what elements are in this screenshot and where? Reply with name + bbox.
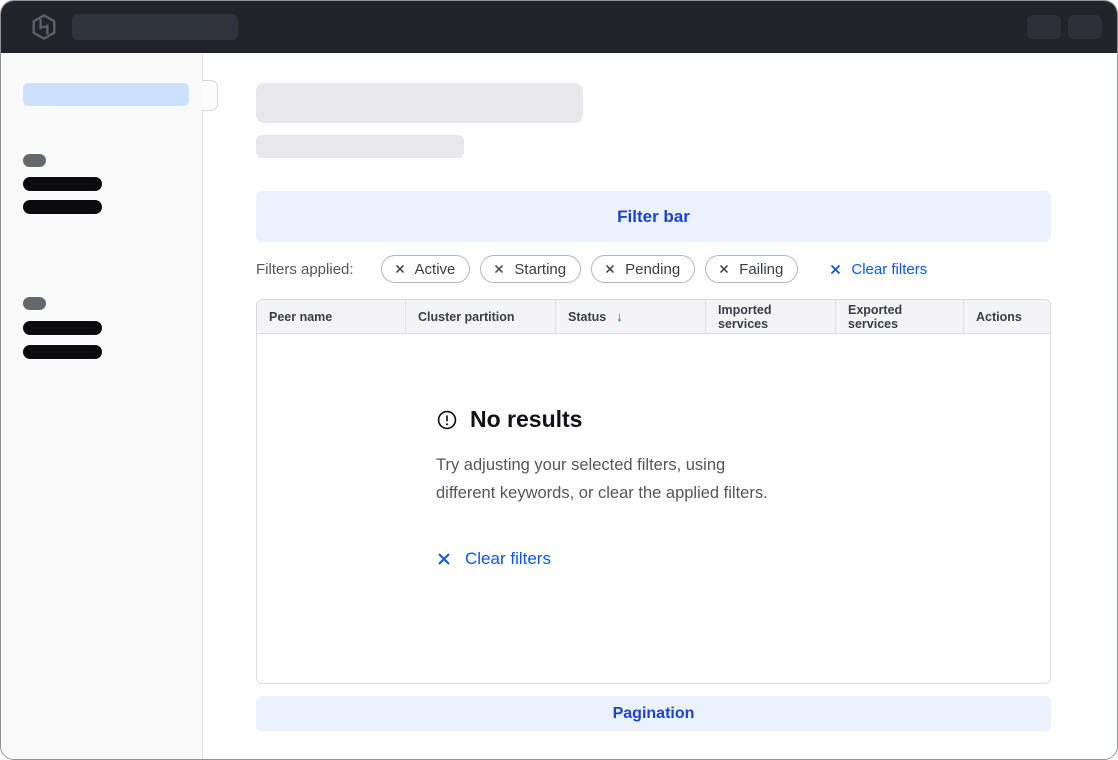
filter-pill-label: Active	[415, 261, 456, 278]
empty-state: No results Try adjusting your selected f…	[436, 334, 866, 572]
sort-descending-icon[interactable]: ↓	[616, 309, 623, 324]
empty-state-clear-filters-link[interactable]: Clear filters	[436, 549, 551, 569]
filter-pill-failing[interactable]: Failing	[705, 255, 798, 283]
pagination-region: Pagination	[256, 696, 1051, 731]
filter-bar-label: Filter bar	[617, 207, 690, 227]
remove-filter-x-icon[interactable]	[394, 263, 406, 275]
sidebar-item-active[interactable]	[23, 83, 189, 106]
main-content: Filter bar Filters applied: Active Start…	[203, 53, 1117, 760]
sidebar-item[interactable]	[23, 177, 102, 191]
clear-filters-x-icon	[829, 263, 842, 276]
column-header-peer-name: Peer name	[257, 300, 406, 333]
page-title-placeholder	[256, 83, 583, 123]
navbar-button-user[interactable]	[1068, 15, 1102, 39]
clear-filters-x-icon	[436, 551, 452, 567]
column-header-actions: Actions	[964, 300, 1050, 333]
remove-filter-x-icon[interactable]	[604, 263, 616, 275]
filter-pill-label: Failing	[739, 261, 783, 278]
filter-pill-pending[interactable]: Pending	[591, 255, 695, 283]
peers-table: Peer name Cluster partition Status ↓ Imp…	[256, 299, 1051, 684]
navbar-button-help[interactable]	[1027, 15, 1061, 39]
filter-pill-starting[interactable]: Starting	[480, 255, 581, 283]
sidebar-item[interactable]	[23, 321, 102, 335]
alert-circle-icon	[436, 409, 458, 431]
filter-pill-active[interactable]: Active	[381, 255, 471, 283]
sidebar-item[interactable]	[23, 345, 102, 359]
column-header-cluster-partition: Cluster partition	[406, 300, 556, 333]
sidebar-section-heading	[23, 154, 46, 167]
pagination-label: Pagination	[613, 705, 695, 723]
search-input[interactable]	[72, 14, 238, 40]
sidebar-toggle[interactable]	[202, 80, 218, 111]
column-header-status[interactable]: Status ↓	[556, 300, 706, 333]
clear-filters-label: Clear filters	[851, 261, 927, 278]
app-window: Filter bar Filters applied: Active Start…	[0, 0, 1118, 760]
filter-pill-label: Starting	[514, 261, 566, 278]
remove-filter-x-icon[interactable]	[718, 263, 730, 275]
table-header-row: Peer name Cluster partition Status ↓ Imp…	[257, 300, 1050, 334]
column-header-imported-services: Imported services	[706, 300, 836, 333]
filters-applied-label: Filters applied:	[256, 261, 354, 278]
sidebar-section-heading	[23, 297, 46, 310]
remove-filter-x-icon[interactable]	[493, 263, 505, 275]
page-subtitle-placeholder	[256, 135, 464, 158]
clear-filters-link[interactable]: Clear filters	[829, 261, 927, 278]
sidebar-item[interactable]	[23, 200, 102, 214]
applied-filters-row: Filters applied: Active Starting	[256, 255, 1051, 283]
empty-state-clear-filters-label: Clear filters	[465, 549, 551, 569]
table-body: No results Try adjusting your selected f…	[257, 334, 1050, 683]
sidebar	[1, 53, 203, 760]
column-header-exported-services: Exported services	[836, 300, 964, 333]
top-navbar	[1, 1, 1117, 53]
empty-state-description: Try adjusting your selected filters, usi…	[436, 451, 866, 507]
empty-state-title: No results	[470, 406, 582, 433]
hashicorp-logo-icon[interactable]	[30, 13, 58, 41]
filter-pill-label: Pending	[625, 261, 680, 278]
filter-bar-region: Filter bar	[256, 191, 1051, 242]
